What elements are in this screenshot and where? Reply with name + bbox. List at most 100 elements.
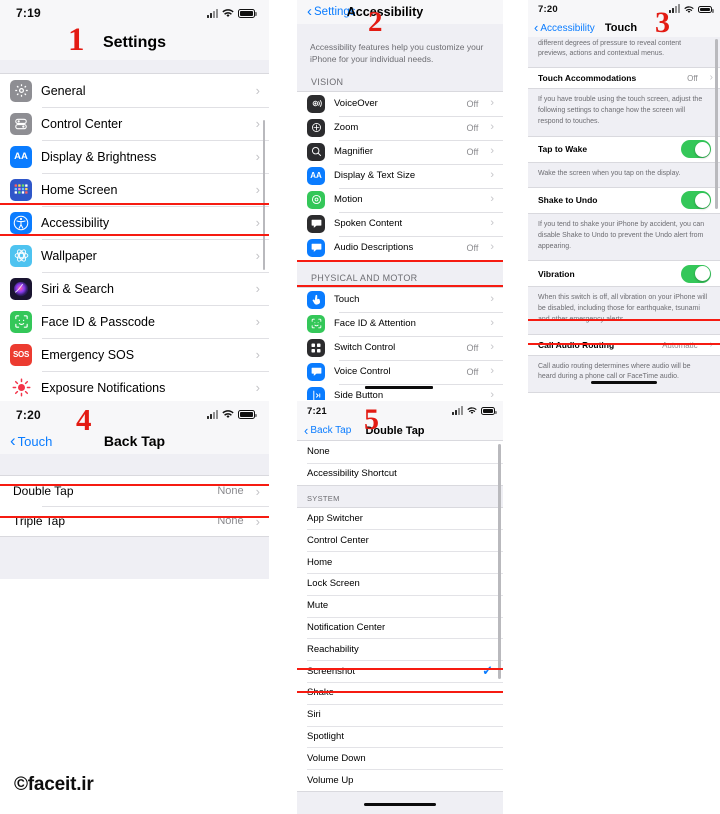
checkmark-icon: ✓ xyxy=(482,663,493,679)
annotation-line xyxy=(0,203,269,206)
row-voiceover[interactable]: VoiceOver Off › xyxy=(297,91,503,116)
panel-settings: 7:19 Settings General › Control Center ›… xyxy=(0,0,269,398)
option-screenshot[interactable]: Screenshot ✓ xyxy=(297,660,503,682)
option-label: None xyxy=(307,446,330,458)
option-reachability[interactable]: Reachability xyxy=(297,638,503,661)
row-zoom[interactable]: Zoom Off › xyxy=(297,115,503,140)
row-tap-to-wake[interactable]: Tap to Wake xyxy=(528,136,720,162)
sidebar-item-emergency-sos[interactable]: SOS Emergency SOS › xyxy=(0,338,269,371)
home-indicator xyxy=(365,386,433,389)
wallpaper-icon xyxy=(10,244,32,267)
watermark: ©faceit.ir xyxy=(14,774,94,795)
scrollbar-thumb[interactable] xyxy=(262,120,265,270)
back-button-settings[interactable]: ‹ Settings xyxy=(307,4,356,19)
scrollbar-thumb[interactable] xyxy=(498,444,501,679)
sidebar-item-exposure-notifications[interactable]: Exposure Notifications › xyxy=(0,371,269,398)
face-id-icon xyxy=(10,310,32,333)
row-audio-descriptions[interactable]: Audio Descriptions Off › xyxy=(297,235,503,260)
tap-to-wake-toggle[interactable] xyxy=(681,140,711,159)
row-touch-accommodations[interactable]: Touch Accommodations Off › xyxy=(528,68,720,89)
row-label: Accessibility xyxy=(41,215,110,230)
cellular-signal-icon xyxy=(452,405,463,415)
nav-bar-4: ‹ Touch Back Tap xyxy=(0,428,269,454)
panel-double-tap: 7:21 ‹ Back Tap Double Tap None Accessib… xyxy=(297,401,503,814)
option-none[interactable]: None xyxy=(297,441,503,463)
double-tap-scroll[interactable]: None Accessibility Shortcut SYSTEM App S… xyxy=(297,440,503,814)
vibration-toggle[interactable] xyxy=(681,264,711,283)
row-display-text-size[interactable]: AA Display & Text Size › xyxy=(297,163,503,188)
option-volume-down[interactable]: Volume Down xyxy=(297,747,503,770)
option-home[interactable]: Home xyxy=(297,551,503,573)
double-tap-system-group: App Switcher Control Center Home Lock Sc… xyxy=(297,506,503,792)
option-lock-screen[interactable]: Lock Screen xyxy=(297,572,503,595)
wifi-icon xyxy=(222,410,234,418)
shake-to-undo-toggle[interactable] xyxy=(681,191,711,210)
back-button-touch[interactable]: ‹ Touch xyxy=(10,432,52,449)
sidebar-item-face-id-passcode[interactable]: Face ID & Passcode › xyxy=(0,305,269,338)
sidebar-item-siri-search[interactable]: Siri & Search › xyxy=(0,272,269,305)
row-spoken-content[interactable]: Spoken Content › xyxy=(297,211,503,236)
wifi-icon xyxy=(222,8,234,17)
row-back-tap[interactable]: Back Tap Off › xyxy=(528,393,720,398)
sidebar-item-display-brightness[interactable]: AA Display & Brightness › xyxy=(0,140,269,173)
option-label: App Switcher xyxy=(307,512,363,524)
row-triple-tap[interactable]: Triple Tap None › xyxy=(0,506,269,536)
annotation-line xyxy=(297,668,503,671)
row-label: Home Screen xyxy=(41,182,118,197)
annotation-line xyxy=(528,343,720,346)
row-face-id-attention[interactable]: Face ID & Attention › xyxy=(297,311,503,336)
option-spotlight[interactable]: Spotlight xyxy=(297,725,503,748)
chevron-right-icon: › xyxy=(490,97,494,110)
back-button-back-tap[interactable]: ‹ Back Tap xyxy=(304,424,352,437)
row-magnifier[interactable]: Magnifier Off › xyxy=(297,139,503,164)
chevron-right-icon: › xyxy=(255,347,260,362)
back-label: Back Tap xyxy=(310,425,352,436)
tap-to-wake-blurb: Wake the screen when you tap on the disp… xyxy=(528,162,720,187)
back-tap-group: Back Tap Off › xyxy=(528,392,720,398)
option-notification-center[interactable]: Notification Center xyxy=(297,616,503,639)
gear-icon xyxy=(10,79,32,102)
row-voice-control[interactable]: Voice Control Off › xyxy=(297,359,503,384)
option-label: Mute xyxy=(307,600,329,612)
sidebar-item-home-screen[interactable]: Home Screen › xyxy=(0,173,269,206)
shake-to-undo-blurb: If you tend to shake your iPhone by acci… xyxy=(528,213,720,261)
nav-bar-1: Settings xyxy=(0,26,269,60)
option-label: Siri xyxy=(307,709,321,721)
option-mute[interactable]: Mute xyxy=(297,594,503,617)
row-vibration[interactable]: Vibration xyxy=(528,261,720,287)
option-label: Reachability xyxy=(307,643,359,655)
chevron-right-icon: › xyxy=(490,241,494,254)
wifi-icon xyxy=(467,407,477,414)
option-volume-up[interactable]: Volume Up xyxy=(297,769,503,791)
nav-bar-2: ‹ Settings Accessibility xyxy=(297,0,503,24)
double-tap-top-group: None Accessibility Shortcut xyxy=(297,440,503,486)
option-siri[interactable]: Siri xyxy=(297,703,503,726)
back-button-accessibility[interactable]: ‹ Accessibility xyxy=(534,21,595,34)
sidebar-item-general[interactable]: General › xyxy=(0,74,269,107)
battery-icon xyxy=(238,8,257,18)
status-time: 7:21 xyxy=(307,405,327,417)
row-touch[interactable]: Touch › xyxy=(297,287,503,312)
scrollbar-thumb[interactable] xyxy=(715,39,718,209)
status-time: 7:19 xyxy=(16,6,41,20)
section-header-system: SYSTEM xyxy=(297,485,503,507)
row-motion[interactable]: Motion › xyxy=(297,187,503,212)
force-touch-blurb: different degrees of pressure to reveal … xyxy=(528,37,720,68)
accessibility-scroll[interactable]: Accessibility features help you customiz… xyxy=(297,24,503,400)
row-label: Exposure Notifications xyxy=(41,380,166,395)
row-label: Magnifier xyxy=(334,146,374,158)
row-double-tap[interactable]: Double Tap None › xyxy=(0,476,269,506)
row-value: Off xyxy=(466,98,479,109)
option-control-center[interactable]: Control Center xyxy=(297,529,503,552)
sidebar-item-wallpaper[interactable]: Wallpaper › xyxy=(0,239,269,272)
row-label: Face ID & Passcode xyxy=(41,314,155,329)
option-accessibility-shortcut[interactable]: Accessibility Shortcut xyxy=(297,462,503,485)
row-switch-control[interactable]: Switch Control Off › xyxy=(297,335,503,360)
settings-scroll[interactable]: General › Control Center › AA Display & … xyxy=(0,60,269,398)
status-icons xyxy=(207,8,257,18)
sidebar-item-control-center[interactable]: Control Center › xyxy=(0,107,269,140)
row-shake-to-undo[interactable]: Shake to Undo xyxy=(528,187,720,213)
control-center-icon xyxy=(10,112,32,135)
option-app-switcher[interactable]: App Switcher xyxy=(297,507,503,530)
status-time: 7:20 xyxy=(16,407,41,422)
